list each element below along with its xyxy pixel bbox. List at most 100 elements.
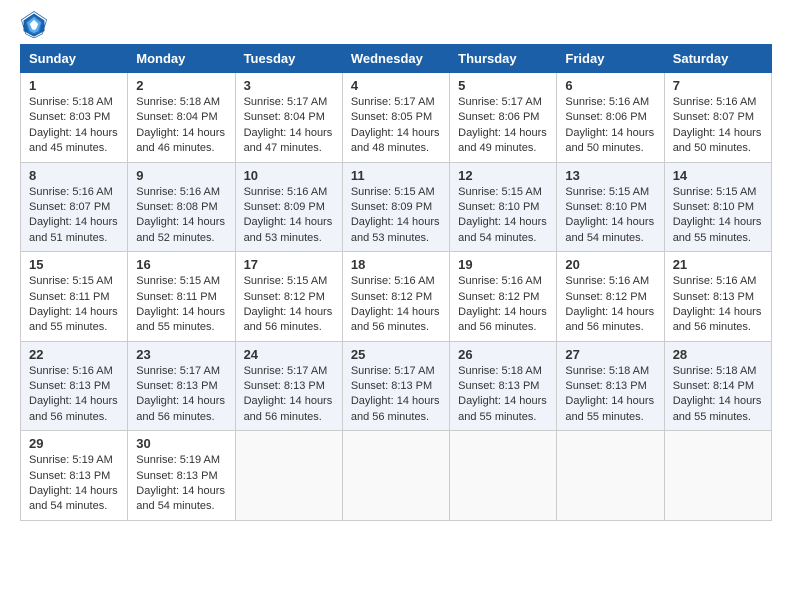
sunrise-label: Sunrise: 5:18 AM	[458, 365, 542, 377]
day-info: Sunrise: 5:17 AM Sunset: 8:13 PM Dayligh…	[351, 364, 441, 426]
daylight-label: Daylight: 14 hours and 56 minutes.	[244, 306, 333, 333]
day-number: 17	[244, 257, 334, 272]
day-number: 21	[673, 257, 763, 272]
sunset-label: Sunset: 8:13 PM	[244, 380, 325, 392]
calendar-cell: 24 Sunrise: 5:17 AM Sunset: 8:13 PM Dayl…	[235, 341, 342, 431]
sunrise-label: Sunrise: 5:16 AM	[244, 186, 328, 198]
header	[20, 10, 772, 38]
daylight-label: Daylight: 14 hours and 48 minutes.	[351, 127, 440, 154]
sunrise-label: Sunrise: 5:15 AM	[673, 186, 757, 198]
day-info: Sunrise: 5:19 AM Sunset: 8:13 PM Dayligh…	[136, 453, 226, 515]
daylight-label: Daylight: 14 hours and 55 minutes.	[136, 306, 225, 333]
daylight-label: Daylight: 14 hours and 56 minutes.	[136, 395, 225, 422]
day-info: Sunrise: 5:18 AM Sunset: 8:14 PM Dayligh…	[673, 364, 763, 426]
daylight-label: Daylight: 14 hours and 46 minutes.	[136, 127, 225, 154]
sunrise-label: Sunrise: 5:15 AM	[244, 275, 328, 287]
day-number: 7	[673, 78, 763, 93]
sunrise-label: Sunrise: 5:16 AM	[673, 96, 757, 108]
sunset-label: Sunset: 8:09 PM	[244, 201, 325, 213]
sunrise-label: Sunrise: 5:17 AM	[458, 96, 542, 108]
sunrise-label: Sunrise: 5:18 AM	[29, 96, 113, 108]
calendar-cell	[557, 431, 664, 521]
day-info: Sunrise: 5:15 AM Sunset: 8:11 PM Dayligh…	[136, 274, 226, 336]
calendar-cell: 17 Sunrise: 5:15 AM Sunset: 8:12 PM Dayl…	[235, 252, 342, 342]
daylight-label: Daylight: 14 hours and 49 minutes.	[458, 127, 547, 154]
sunrise-label: Sunrise: 5:15 AM	[351, 186, 435, 198]
weekday-header-friday: Friday	[557, 45, 664, 73]
day-number: 6	[565, 78, 655, 93]
day-info: Sunrise: 5:16 AM Sunset: 8:07 PM Dayligh…	[673, 95, 763, 157]
daylight-label: Daylight: 14 hours and 45 minutes.	[29, 127, 118, 154]
logo-icon	[20, 10, 48, 38]
sunrise-label: Sunrise: 5:16 AM	[136, 186, 220, 198]
day-info: Sunrise: 5:16 AM Sunset: 8:07 PM Dayligh…	[29, 185, 119, 247]
day-number: 25	[351, 347, 441, 362]
weekday-header-sunday: Sunday	[21, 45, 128, 73]
sunset-label: Sunset: 8:06 PM	[458, 111, 539, 123]
calendar-week-row: 1 Sunrise: 5:18 AM Sunset: 8:03 PM Dayli…	[21, 73, 772, 163]
sunset-label: Sunset: 8:07 PM	[673, 111, 754, 123]
calendar-cell: 11 Sunrise: 5:15 AM Sunset: 8:09 PM Dayl…	[342, 162, 449, 252]
sunrise-label: Sunrise: 5:16 AM	[351, 275, 435, 287]
sunset-label: Sunset: 8:04 PM	[244, 111, 325, 123]
day-info: Sunrise: 5:17 AM Sunset: 8:06 PM Dayligh…	[458, 95, 548, 157]
sunset-label: Sunset: 8:10 PM	[565, 201, 646, 213]
sunrise-label: Sunrise: 5:17 AM	[351, 96, 435, 108]
daylight-label: Daylight: 14 hours and 54 minutes.	[136, 485, 225, 512]
daylight-label: Daylight: 14 hours and 55 minutes.	[565, 395, 654, 422]
daylight-label: Daylight: 14 hours and 55 minutes.	[673, 216, 762, 243]
calendar-cell: 2 Sunrise: 5:18 AM Sunset: 8:04 PM Dayli…	[128, 73, 235, 163]
calendar-cell: 4 Sunrise: 5:17 AM Sunset: 8:05 PM Dayli…	[342, 73, 449, 163]
calendar-cell: 23 Sunrise: 5:17 AM Sunset: 8:13 PM Dayl…	[128, 341, 235, 431]
day-info: Sunrise: 5:16 AM Sunset: 8:13 PM Dayligh…	[29, 364, 119, 426]
day-number: 20	[565, 257, 655, 272]
sunset-label: Sunset: 8:04 PM	[136, 111, 217, 123]
calendar-week-row: 29 Sunrise: 5:19 AM Sunset: 8:13 PM Dayl…	[21, 431, 772, 521]
weekday-header-wednesday: Wednesday	[342, 45, 449, 73]
calendar-cell: 16 Sunrise: 5:15 AM Sunset: 8:11 PM Dayl…	[128, 252, 235, 342]
calendar-cell: 21 Sunrise: 5:16 AM Sunset: 8:13 PM Dayl…	[664, 252, 771, 342]
sunset-label: Sunset: 8:12 PM	[351, 291, 432, 303]
day-info: Sunrise: 5:18 AM Sunset: 8:13 PM Dayligh…	[458, 364, 548, 426]
day-info: Sunrise: 5:15 AM Sunset: 8:11 PM Dayligh…	[29, 274, 119, 336]
day-info: Sunrise: 5:17 AM Sunset: 8:04 PM Dayligh…	[244, 95, 334, 157]
daylight-label: Daylight: 14 hours and 56 minutes.	[351, 395, 440, 422]
day-number: 23	[136, 347, 226, 362]
day-number: 16	[136, 257, 226, 272]
sunrise-label: Sunrise: 5:18 AM	[136, 96, 220, 108]
day-number: 27	[565, 347, 655, 362]
day-info: Sunrise: 5:17 AM Sunset: 8:13 PM Dayligh…	[136, 364, 226, 426]
sunrise-label: Sunrise: 5:15 AM	[136, 275, 220, 287]
calendar-cell: 27 Sunrise: 5:18 AM Sunset: 8:13 PM Dayl…	[557, 341, 664, 431]
day-number: 29	[29, 436, 119, 451]
day-info: Sunrise: 5:16 AM Sunset: 8:08 PM Dayligh…	[136, 185, 226, 247]
sunset-label: Sunset: 8:12 PM	[458, 291, 539, 303]
sunrise-label: Sunrise: 5:16 AM	[565, 275, 649, 287]
day-number: 1	[29, 78, 119, 93]
sunset-label: Sunset: 8:13 PM	[136, 380, 217, 392]
daylight-label: Daylight: 14 hours and 56 minutes.	[565, 306, 654, 333]
day-info: Sunrise: 5:17 AM Sunset: 8:13 PM Dayligh…	[244, 364, 334, 426]
day-number: 5	[458, 78, 548, 93]
sunset-label: Sunset: 8:03 PM	[29, 111, 110, 123]
day-number: 26	[458, 347, 548, 362]
sunrise-label: Sunrise: 5:18 AM	[673, 365, 757, 377]
sunset-label: Sunset: 8:13 PM	[29, 470, 110, 482]
day-info: Sunrise: 5:19 AM Sunset: 8:13 PM Dayligh…	[29, 453, 119, 515]
sunset-label: Sunset: 8:12 PM	[565, 291, 646, 303]
day-number: 12	[458, 168, 548, 183]
sunset-label: Sunset: 8:13 PM	[29, 380, 110, 392]
sunrise-label: Sunrise: 5:15 AM	[458, 186, 542, 198]
daylight-label: Daylight: 14 hours and 55 minutes.	[673, 395, 762, 422]
sunrise-label: Sunrise: 5:16 AM	[458, 275, 542, 287]
calendar-cell: 14 Sunrise: 5:15 AM Sunset: 8:10 PM Dayl…	[664, 162, 771, 252]
day-number: 13	[565, 168, 655, 183]
daylight-label: Daylight: 14 hours and 50 minutes.	[673, 127, 762, 154]
day-info: Sunrise: 5:16 AM Sunset: 8:13 PM Dayligh…	[673, 274, 763, 336]
day-number: 8	[29, 168, 119, 183]
day-number: 19	[458, 257, 548, 272]
day-number: 18	[351, 257, 441, 272]
day-info: Sunrise: 5:15 AM Sunset: 8:10 PM Dayligh…	[458, 185, 548, 247]
sunrise-label: Sunrise: 5:16 AM	[673, 275, 757, 287]
day-number: 10	[244, 168, 334, 183]
